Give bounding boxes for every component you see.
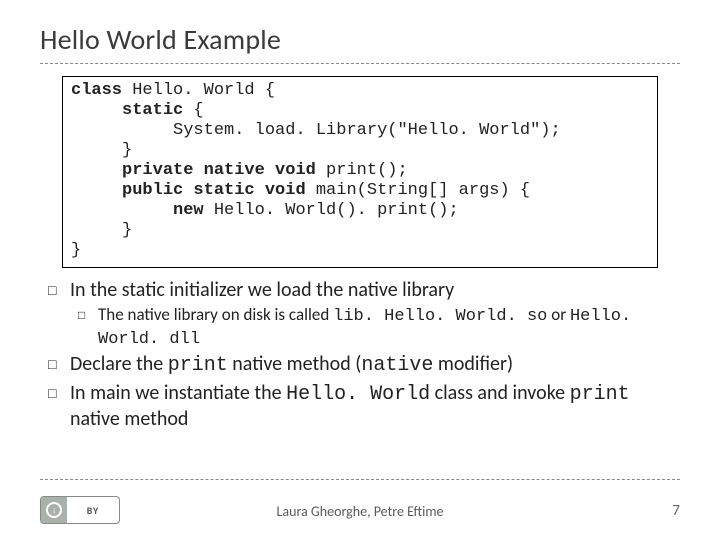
bullet-text: In the static initializer we load the na… [70, 278, 672, 302]
bullet-text: In main we instantiate the Hello. World … [70, 381, 672, 432]
text: or [547, 304, 570, 325]
footer-divider [40, 479, 680, 480]
inline-code: print [168, 354, 228, 377]
inline-code: Hello. World [286, 383, 430, 406]
code-text: Hello. World(). print(); [204, 201, 459, 220]
text: native method [70, 407, 188, 431]
inline-code: print [570, 383, 630, 406]
text: native method ( [228, 352, 362, 376]
code-text: } [71, 241, 81, 260]
code-block: class Hello. World { static { System. lo… [62, 76, 658, 268]
inline-code: native [361, 354, 433, 377]
list-item: □ Declare the print native method (nativ… [48, 352, 672, 378]
bullet-text: Declare the print native method (native … [70, 352, 672, 378]
inline-code: lib. Hello. World. so [333, 307, 547, 326]
code-text: System. load. Library("Hello. World"); [173, 121, 561, 140]
code-kw: new [173, 201, 204, 220]
list-item: □ In the static initializer we load the … [48, 278, 672, 302]
footer: ¡ BY Laura Gheorghe, Petre Eftime 7 [0, 494, 720, 524]
code-text: Hello. World { [122, 81, 275, 100]
text: In main we instantiate the [70, 381, 286, 405]
text: class and invoke [430, 381, 570, 405]
list-item: □ In main we instantiate the Hello. Worl… [48, 381, 672, 432]
bullet-list: □ In the static initializer we load the … [48, 278, 672, 431]
code-text: main(String[] args) { [306, 181, 530, 200]
code-kw: private native void [122, 161, 316, 180]
bullet-square-icon: □ [48, 381, 70, 432]
bullet-square-icon: □ [48, 352, 70, 378]
code-text: } [122, 221, 132, 240]
text: Declare the [70, 352, 168, 376]
code-text: print(); [316, 161, 408, 180]
list-item: □ The native library on disk is called l… [78, 305, 672, 350]
bullet-text: The native library on disk is called lib… [98, 305, 672, 350]
bullet-square-icon: □ [48, 278, 70, 302]
slide-title: Hello World Example [40, 22, 680, 57]
code-text: { [183, 101, 203, 120]
code-text: } [122, 141, 132, 160]
code-kw: static [122, 101, 183, 120]
footer-authors: Laura Gheorghe, Petre Eftime [0, 503, 720, 520]
code-kw: public static void [122, 181, 306, 200]
page-number: 7 [672, 502, 680, 520]
bullet-square-icon: □ [78, 305, 98, 350]
text: modifier) [433, 352, 513, 376]
slide: Hello World Example class Hello. World {… [0, 0, 720, 540]
title-divider [40, 63, 680, 64]
text: The native library on disk is called [98, 304, 333, 325]
code-kw: class [71, 81, 122, 100]
